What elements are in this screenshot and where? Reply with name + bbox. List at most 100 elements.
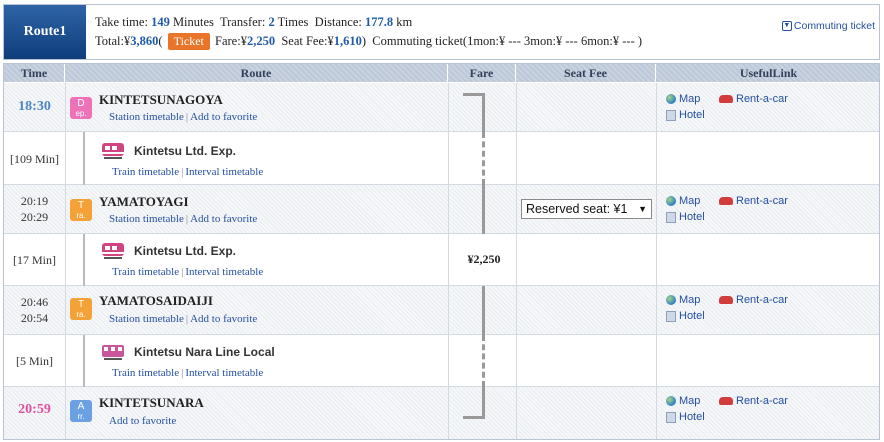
- station-links: Station timetable | Add to favorite: [109, 111, 258, 123]
- train-links: Train timetable | Interval timetable: [112, 367, 264, 379]
- fare-bracket: [463, 286, 485, 335]
- rent-a-car-link[interactable]: Rent-a-car: [719, 93, 788, 105]
- fare-bracket: [463, 185, 485, 234]
- arrival-time: 20:46: [20, 295, 49, 309]
- car-icon: [719, 95, 733, 103]
- arrival-icon: Arr.: [70, 400, 92, 422]
- commuting-ticket-link[interactable]: ▼ Commuting ticket: [781, 20, 875, 32]
- station-timetable-link[interactable]: Station timetable: [109, 213, 184, 225]
- globe-icon: [666, 94, 676, 104]
- transfer-value: 2: [268, 15, 275, 29]
- map-link[interactable]: Map: [666, 195, 700, 207]
- hotel-icon: [666, 211, 676, 223]
- rent-a-car-link[interactable]: Rent-a-car: [719, 195, 788, 207]
- train-timetable-link[interactable]: Train timetable: [112, 266, 179, 278]
- car-icon: [719, 397, 733, 405]
- station-row-transfer-1: 20:19 20:29 Tra. YAMATOYAGI Station time…: [4, 185, 879, 234]
- seat-fee-select-value: Reserved seat: ¥1: [526, 202, 628, 216]
- station-row-departure: 18:30 Dep. KINTETSUNAGOYA Station timeta…: [4, 83, 879, 132]
- departure-time: 18:30: [18, 99, 51, 114]
- col-route: Route: [65, 64, 448, 82]
- globe-icon: [666, 396, 676, 406]
- station-name[interactable]: KINTETSUNAGOYA: [99, 92, 223, 108]
- map-link-label: Map: [679, 395, 701, 407]
- transfer-icon: Tra.: [70, 298, 92, 320]
- times-label: Times: [277, 15, 309, 29]
- hotel-link-label: Hotel: [679, 310, 705, 322]
- map-link-label: Map: [679, 195, 701, 207]
- transit-duration: [5 Min]: [16, 354, 53, 368]
- km-label: km: [396, 15, 413, 29]
- station-name[interactable]: YAMATOSAIDAIJI: [99, 293, 213, 309]
- transit-duration: [109 Min]: [10, 152, 59, 166]
- rent-a-car-label: Rent-a-car: [736, 93, 788, 105]
- hotel-link-label: Hotel: [679, 109, 705, 121]
- station-name[interactable]: KINTETSUNARA: [99, 395, 204, 411]
- total-label: Total:¥: [95, 34, 131, 48]
- hotel-link[interactable]: Hotel: [666, 109, 705, 121]
- seat-fee-select[interactable]: Reserved seat: ¥1 ▼: [521, 199, 652, 219]
- map-link[interactable]: Map: [666, 294, 700, 306]
- col-fare: Fare: [448, 64, 516, 82]
- local-train-icon: [102, 345, 124, 360]
- interval-timetable-link[interactable]: Interval timetable: [185, 266, 263, 278]
- add-to-favorite-link[interactable]: Add to favorite: [109, 415, 176, 427]
- table-header: Time Route Fare Seat Fee UsefulLink: [4, 64, 879, 82]
- train-name: Kintetsu Nara Line Local: [134, 345, 275, 359]
- add-to-favorite-link[interactable]: Add to favorite: [190, 111, 257, 123]
- train-timetable-link[interactable]: Train timetable: [112, 367, 179, 379]
- map-link[interactable]: Map: [666, 93, 700, 105]
- seat-fee-label: Seat Fee:¥: [281, 34, 334, 48]
- rent-a-car-label: Rent-a-car: [736, 195, 788, 207]
- map-link[interactable]: Map: [666, 395, 700, 407]
- train-name: Kintetsu Ltd. Exp.: [134, 244, 236, 258]
- fare-label: Fare:¥: [215, 34, 247, 48]
- rent-a-car-link[interactable]: Rent-a-car: [719, 395, 788, 407]
- transit-duration: [17 Min]: [13, 253, 56, 267]
- station-name[interactable]: YAMATOYAGI: [99, 194, 189, 210]
- train-name: Kintetsu Ltd. Exp.: [134, 144, 236, 158]
- hotel-link[interactable]: Hotel: [666, 411, 705, 423]
- col-seat-fee: Seat Fee: [516, 64, 656, 82]
- arrival-icon-sub: rr.: [77, 412, 85, 421]
- transfer-label: Transfer:: [219, 15, 266, 29]
- route-summary: Take time: 149 Minutes Transfer: 2 Times…: [95, 13, 642, 51]
- take-time-value: 149: [151, 15, 170, 29]
- commuting-ticket-text: Commuting ticket(1mon:¥ --- 3mon:¥ --- 6…: [372, 34, 643, 48]
- departure-icon: Dep.: [70, 97, 92, 119]
- transfer-icon-letter: T: [77, 299, 85, 310]
- hotel-link-label: Hotel: [679, 211, 705, 223]
- chevron-down-icon: ▼: [638, 204, 647, 214]
- station-timetable-link[interactable]: Station timetable: [109, 313, 184, 325]
- ticket-button[interactable]: Ticket: [167, 33, 210, 50]
- route-table: Time Route Fare Seat Fee UsefulLink 18:3…: [3, 63, 880, 440]
- interval-timetable-link[interactable]: Interval timetable: [185, 367, 263, 379]
- departure-time: 20:54: [20, 311, 49, 325]
- station-timetable-link[interactable]: Station timetable: [109, 111, 184, 123]
- hotel-link-label: Hotel: [679, 411, 705, 423]
- fare-value: 2,250: [246, 34, 276, 48]
- fare-bracket: [463, 387, 485, 419]
- add-to-favorite-link[interactable]: Add to favorite: [190, 313, 257, 325]
- hotel-link[interactable]: Hotel: [666, 211, 705, 223]
- hotel-icon: [666, 310, 676, 322]
- train-timetable-link[interactable]: Train timetable: [112, 166, 179, 178]
- col-time: Time: [4, 64, 65, 82]
- route-line: [83, 132, 85, 185]
- map-link-label: Map: [679, 294, 701, 306]
- train-links: Train timetable | Interval timetable: [112, 166, 264, 178]
- total-value: 3,860: [130, 34, 159, 48]
- departure-icon-sub: ep.: [75, 109, 87, 118]
- arrival-icon-letter: A: [77, 401, 85, 412]
- add-to-favorite-link[interactable]: Add to favorite: [190, 213, 257, 225]
- station-row-transfer-2: 20:46 20:54 Tra. YAMATOSAIDAIJI Station …: [4, 286, 879, 335]
- distance-value: 177.8: [365, 15, 394, 29]
- route-badge[interactable]: Route1: [4, 5, 86, 59]
- fare-bracket: [463, 93, 485, 132]
- rent-a-car-link[interactable]: Rent-a-car: [719, 294, 788, 306]
- hotel-link[interactable]: Hotel: [666, 310, 705, 322]
- arrival-time: 20:59: [18, 402, 51, 417]
- station-links: Add to favorite: [109, 415, 176, 427]
- station-row-arrival: 20:59 Arr. KINTETSUNARA Add to favorite …: [4, 387, 879, 439]
- interval-timetable-link[interactable]: Interval timetable: [185, 166, 263, 178]
